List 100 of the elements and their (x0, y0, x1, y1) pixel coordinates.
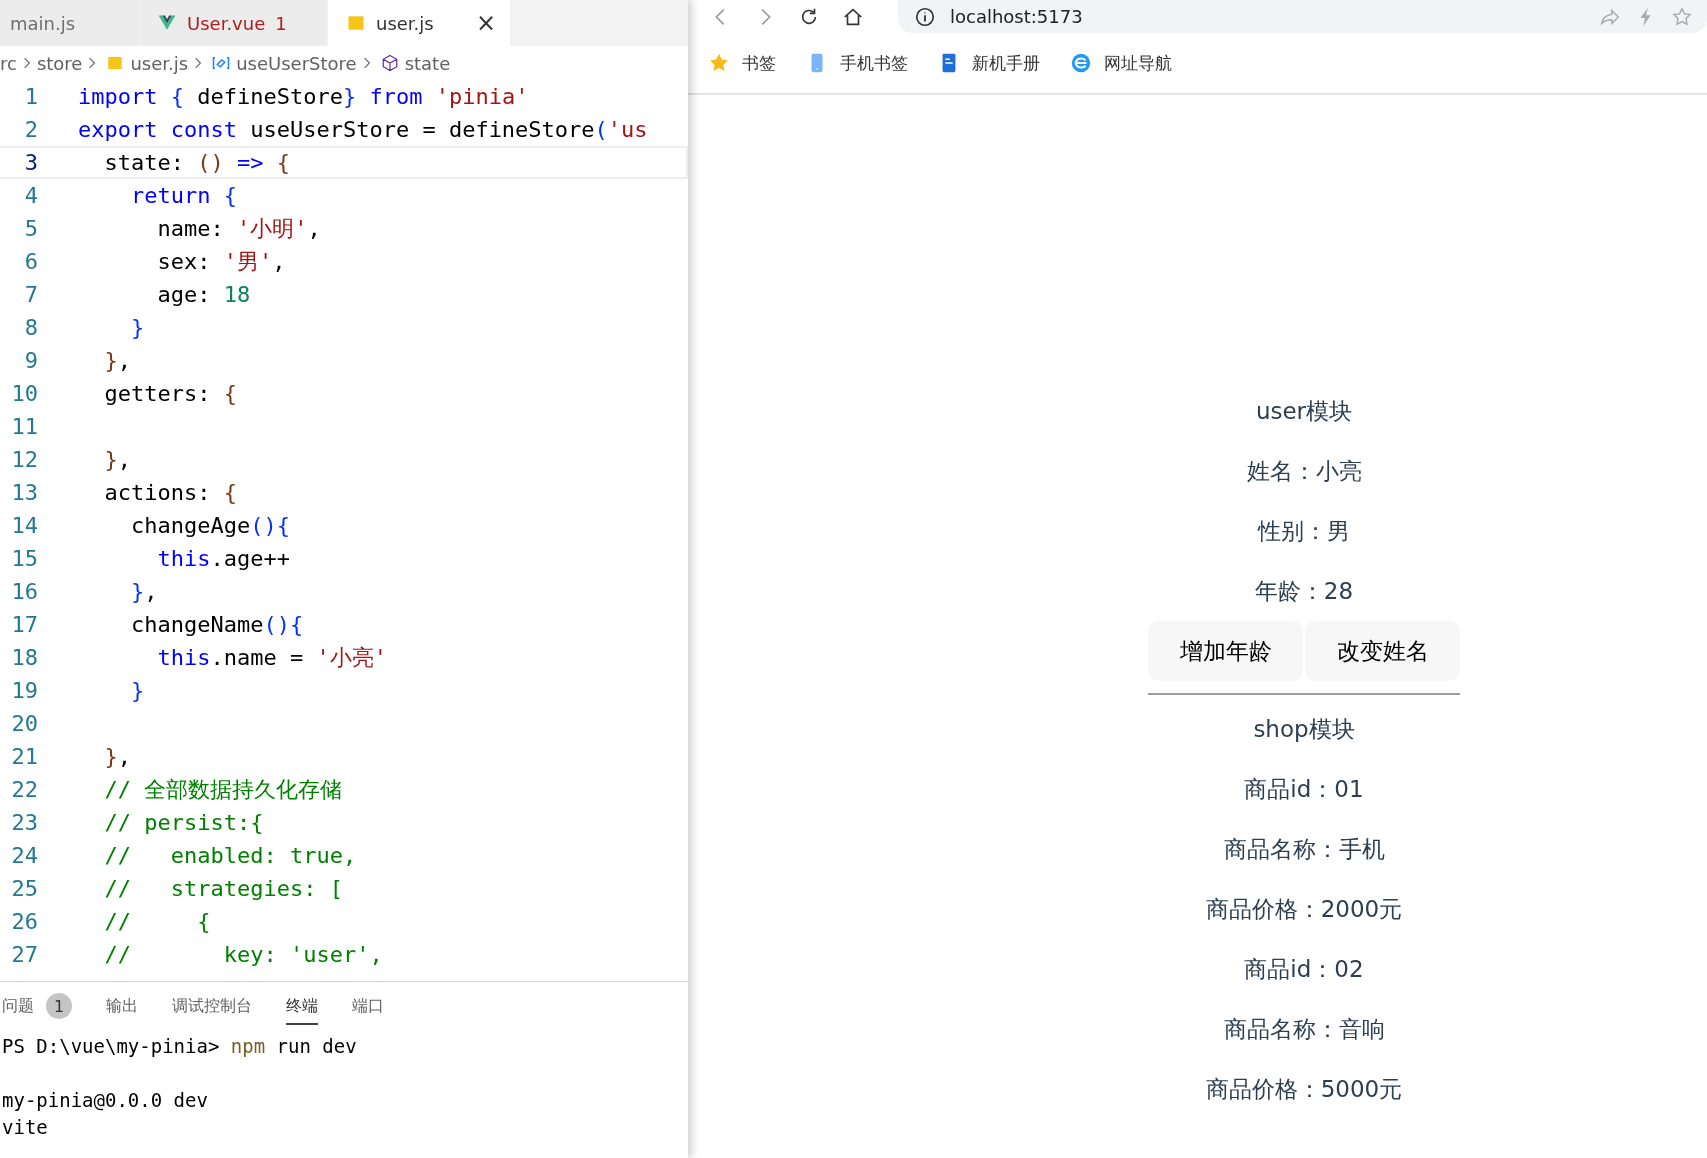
code-line: }, (103, 744, 131, 769)
code-line: name: '小明', (156, 214, 321, 243)
editor-tab[interactable]: user.js × (328, 0, 511, 46)
field-text: 年龄：28 (1254, 576, 1354, 606)
breadcrumb-item[interactable]: user.js (130, 52, 189, 74)
cube-icon (380, 54, 399, 72)
breadcrumb-item[interactable]: store (36, 52, 83, 74)
tab-label: User.vue (187, 12, 266, 34)
code-line: age: 18 (156, 282, 251, 307)
chevron-icon (362, 56, 371, 70)
field-text: 商品id：02 (1244, 954, 1364, 984)
code-line: changeName(){ (129, 612, 304, 637)
line-number: 22 (10, 777, 38, 802)
chevron-icon (88, 56, 97, 70)
line-number: 27 (10, 942, 38, 967)
line-number: 2 (23, 117, 38, 142)
panel-tab[interactable]: 终端 (286, 989, 318, 1025)
address-bar[interactable]: localhost:5173 (898, 0, 1707, 33)
line-number: 1 (23, 84, 38, 109)
code-line: // { (103, 909, 211, 934)
line-number: 26 (10, 909, 38, 934)
panel-tab[interactable]: 输出 (106, 989, 138, 1025)
code-line: state: () => { (103, 150, 290, 175)
line-number: 10 (10, 381, 38, 406)
js-file-icon (346, 13, 366, 33)
line-number: 8 (23, 315, 38, 340)
bookmark-link[interactable]: 新机手册 (972, 51, 1040, 75)
star-icon (708, 52, 730, 74)
tab-label: user.js (376, 12, 434, 34)
field-text: 性别：男 (1258, 516, 1350, 546)
line-number: 6 (23, 249, 38, 274)
line-number: 3 (23, 150, 38, 175)
action-button[interactable]: 改变姓名 (1305, 621, 1460, 681)
line-number: 20 (10, 711, 38, 736)
bookmark-link[interactable]: 手机书签 (840, 51, 908, 75)
line-number: 17 (10, 612, 38, 637)
line-number: 23 (10, 810, 38, 835)
line-number: 25 (10, 876, 38, 901)
chevron-icon (194, 56, 203, 70)
code-line: // enabled: true, (103, 843, 357, 868)
section-title: shop模块 (1253, 714, 1355, 744)
field-text: 商品id：01 (1244, 774, 1364, 804)
field-text: 商品价格：2000元 (1205, 894, 1403, 924)
star-icon[interactable] (1671, 5, 1693, 28)
info-icon[interactable] (914, 5, 936, 28)
code-line: } (129, 678, 145, 703)
terminal-line: PS D:\vue\my-pinia> npm run dev (2, 1034, 357, 1057)
editor-tab[interactable]: User.vue 1 (141, 0, 328, 46)
code-line: // key: 'user', (103, 942, 383, 967)
code-line: this.name = '小亮' (156, 643, 387, 672)
line-number: 19 (10, 678, 38, 703)
code-line: // strategies: [ (103, 876, 343, 901)
code-line: export const useUserStore = defineStore('us (78, 117, 648, 142)
line-number: 12 (10, 447, 38, 472)
field-text: 姓名：小亮 (1246, 456, 1362, 486)
field-text: 商品名称：手机 (1223, 834, 1385, 864)
breadcrumb-item[interactable]: rc (0, 52, 17, 74)
section-title: user模块 (1255, 396, 1353, 426)
tab-label: main.js (10, 12, 76, 34)
code-line: } (129, 315, 145, 340)
close-button[interactable]: × (475, 9, 496, 37)
variable-icon (212, 54, 231, 72)
breadcrumb-item[interactable]: useUserStore (236, 52, 357, 74)
browser-logo-icon (1070, 52, 1092, 74)
line-number: 18 (10, 645, 38, 670)
code-line: getters: { (103, 381, 237, 406)
field-text: 商品名称：音响 (1223, 1014, 1385, 1044)
line-number: 16 (10, 579, 38, 604)
code-line: changeAge(){ (129, 513, 290, 538)
line-number: 24 (10, 843, 38, 868)
code-line: this.age++ (156, 546, 290, 571)
chevron-icon (22, 56, 31, 70)
line-number: 9 (23, 348, 38, 373)
code-line: }, (103, 447, 131, 472)
line-number: 7 (23, 282, 38, 307)
breadcrumb-item[interactable]: state (404, 52, 451, 74)
problem-count: 1 (275, 12, 287, 34)
code-line: return { (129, 183, 237, 208)
code-line: actions: { (103, 480, 237, 505)
line-number: 5 (23, 216, 38, 241)
js-file-icon (106, 54, 125, 72)
line-number: 11 (10, 414, 38, 439)
terminal-line: vite (2, 1115, 48, 1138)
code-line: }, (103, 348, 131, 373)
code-line: }, (129, 579, 158, 604)
panel-tab[interactable]: 端口 (352, 989, 384, 1025)
panel-tab[interactable]: 调试控制台 (172, 989, 252, 1025)
line-number: 14 (10, 513, 38, 538)
bookmark-link[interactable]: 书签 (742, 51, 776, 75)
field-text: 商品价格：5000元 (1205, 1074, 1403, 1104)
code-line: sex: '男', (156, 247, 286, 276)
line-number: 15 (10, 546, 38, 571)
editor-tab[interactable]: main.js (0, 0, 141, 46)
line-number: 4 (23, 183, 38, 208)
line-number: 13 (10, 480, 38, 505)
panel-tab[interactable]: 问题 1 (2, 987, 72, 1027)
code-line: // persist:{ (103, 810, 264, 835)
action-button[interactable]: 增加年龄 (1148, 621, 1303, 681)
line-number: 21 (10, 744, 38, 769)
bookmark-link[interactable]: 网址导航 (1104, 51, 1172, 75)
